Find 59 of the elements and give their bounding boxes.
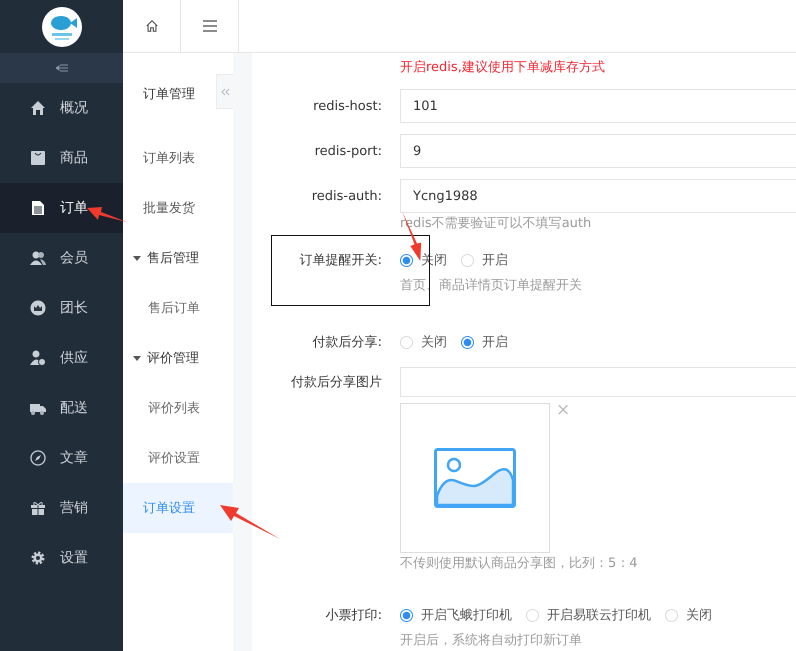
sidebar-item[interactable]: 供应 xyxy=(0,333,123,383)
gift-icon xyxy=(30,500,46,516)
sidebar-item[interactable]: 配送 xyxy=(0,383,123,433)
caret-icon xyxy=(133,256,141,260)
collapse-tab[interactable] xyxy=(216,74,233,109)
home-icon xyxy=(144,19,160,33)
notice-text: 开启redis,建议使用下单减库存方式 xyxy=(400,60,605,75)
arrow-annotation xyxy=(220,503,280,539)
sidebar-item[interactable]: 订单 xyxy=(0,183,123,233)
sidebar-item[interactable]: 概况 xyxy=(0,83,123,133)
sidebar-item[interactable]: 营销 xyxy=(0,483,123,533)
sidebar-item[interactable]: 设置 xyxy=(0,533,123,583)
field-label: redis-host: xyxy=(313,98,382,114)
radio-option[interactable]: 开启 xyxy=(461,251,508,269)
image-upload[interactable] xyxy=(400,403,550,553)
hint-text: 不传则使用默认商品分享图，比列：5：4 xyxy=(400,556,638,571)
caret-icon xyxy=(133,356,141,360)
sidebar-item[interactable]: 文章 xyxy=(0,433,123,483)
double-chevron-icon xyxy=(220,86,230,96)
users-icon xyxy=(30,250,46,266)
radio-option[interactable]: 开启易联云打印机 xyxy=(526,606,651,624)
crown-icon xyxy=(30,300,46,316)
submenu-item[interactable]: 售后订单 xyxy=(123,283,233,333)
submenu-item[interactable]: 批量发货 xyxy=(123,183,233,233)
submenu-item[interactable]: 售后管理 xyxy=(123,233,233,283)
submenu-item[interactable]: 评价管理 xyxy=(123,333,233,383)
input-field[interactable]: 101 xyxy=(400,89,796,123)
field-label: 订单提醒开关: xyxy=(300,253,382,268)
field-label: 付款后分享: xyxy=(312,335,382,350)
compass-icon xyxy=(30,450,46,466)
menu-icon xyxy=(202,19,218,33)
field-label: redis-auth: xyxy=(312,188,382,204)
settings-icon xyxy=(30,550,46,566)
radio-option[interactable]: 开启飞蛾打印机 xyxy=(400,606,512,624)
input-field[interactable]: 9 xyxy=(400,134,796,168)
radio-option[interactable]: 关闭 xyxy=(665,606,712,624)
submenu-title: 订单管理 xyxy=(142,86,195,104)
fish-logo xyxy=(42,6,82,46)
collapse-icon[interactable] xyxy=(56,64,68,72)
input-field[interactable]: Ycng1988 xyxy=(400,179,796,213)
field-label: 付款后分享图片 xyxy=(291,375,382,390)
home-icon xyxy=(30,100,46,116)
image-placeholder-icon xyxy=(434,448,516,508)
sidebar-item[interactable]: 商品 xyxy=(0,133,123,183)
document-icon xyxy=(30,200,46,216)
bag-icon xyxy=(30,150,46,166)
user-badge-icon xyxy=(30,350,46,366)
input-field[interactable] xyxy=(400,367,796,397)
arrow-annotation xyxy=(87,204,127,224)
field-label: 小票打印: xyxy=(326,608,382,623)
submenu-item[interactable]: 评价列表 xyxy=(123,383,233,433)
radio-option[interactable]: 开启 xyxy=(461,333,508,351)
submenu-item[interactable]: 订单列表 xyxy=(123,133,233,183)
hint-text: 开启后，系统将自动打印新订单 xyxy=(400,633,582,648)
sidebar-item[interactable]: 团长 xyxy=(0,283,123,333)
sidebar-item[interactable]: 会员 xyxy=(0,233,123,283)
submenu-item[interactable]: 评价设置 xyxy=(123,433,233,483)
field-label: redis-port: xyxy=(314,144,382,158)
radio-option[interactable]: 关闭 xyxy=(400,333,447,351)
